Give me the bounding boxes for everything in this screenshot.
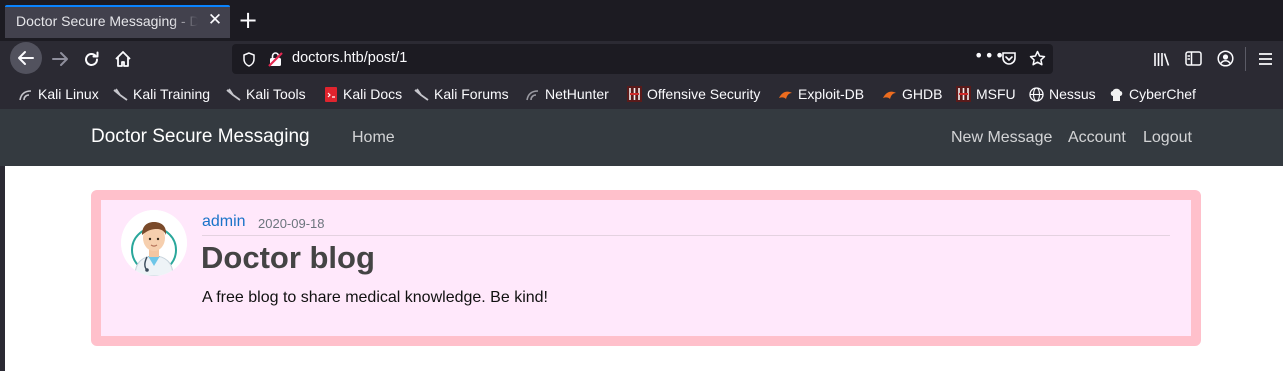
nav-home-link[interactable]: Home xyxy=(352,129,395,147)
nav-new-message-link[interactable]: New Message xyxy=(951,129,1052,147)
browser-tab[interactable]: Doctor Secure Messaging - Doctor Secure … xyxy=(5,5,230,38)
pocket-icon[interactable] xyxy=(1001,51,1017,67)
bookmark-label: Kali Tools xyxy=(246,86,306,102)
bookmarks-toolbar: Kali Linux Kali Training Kali Tools Kali… xyxy=(0,77,1283,109)
ghdb-icon xyxy=(882,87,897,102)
nav-logout-link[interactable]: Logout xyxy=(1143,129,1192,147)
bookmark-label: Exploit-DB xyxy=(798,86,865,102)
kali-dragon-icon xyxy=(414,87,429,102)
home-icon xyxy=(115,51,131,67)
tab-close-icon[interactable]: ✕ xyxy=(206,11,224,29)
meta-divider xyxy=(202,235,1170,236)
sidebar-icon[interactable] xyxy=(1185,51,1202,66)
url-text[interactable]: doctors.htb/post/1 xyxy=(292,50,407,66)
globe-icon xyxy=(1029,86,1044,102)
bookmark-kali-tools[interactable]: Kali Tools xyxy=(226,85,306,103)
account-icon[interactable] xyxy=(1217,50,1234,67)
new-tab-button[interactable]: + xyxy=(236,8,260,32)
site-brand[interactable]: Doctor Secure Messaging xyxy=(91,126,310,148)
kali-dragon-icon xyxy=(18,87,33,102)
forward-arrow-icon xyxy=(52,52,68,66)
nethunter-icon xyxy=(525,87,540,102)
bookmark-kali-forums[interactable]: Kali Forums xyxy=(414,85,509,103)
hamburger-menu-icon[interactable] xyxy=(1258,52,1273,66)
bookmark-kali-training[interactable]: Kali Training xyxy=(113,85,210,103)
window-edge xyxy=(0,166,5,371)
bookmark-label: CyberChef xyxy=(1129,86,1196,102)
bookmark-label: NetHunter xyxy=(545,86,609,102)
home-button[interactable] xyxy=(108,44,138,74)
post-card: admin 2020-09-18 Doctor blog A free blog… xyxy=(91,190,1201,346)
post-title: Doctor blog xyxy=(201,240,375,275)
shield-icon xyxy=(243,52,255,67)
bookmark-label: Offensive Security xyxy=(647,86,761,102)
bookmark-ghdb[interactable]: GHDB xyxy=(882,85,942,103)
library-icon[interactable] xyxy=(1153,51,1170,67)
bookmark-label: Kali Linux xyxy=(38,86,99,102)
browser-tab-bar: Doctor Secure Messaging - Doctor Secure … xyxy=(0,0,1283,41)
post-date: 2020-09-18 xyxy=(258,216,325,231)
insecure-lock-icon xyxy=(268,52,283,67)
cyberchef-icon xyxy=(1109,87,1124,102)
back-arrow-icon xyxy=(18,51,34,65)
kali-docs-icon xyxy=(323,86,338,102)
reload-button[interactable] xyxy=(76,44,106,74)
browser-toolbar: doctors.htb/post/1 ••• xyxy=(0,41,1283,77)
bookmark-label: MSFU xyxy=(976,86,1016,102)
nav-account-link[interactable]: Account xyxy=(1068,129,1126,147)
site-navbar: Doctor Secure Messaging Home New Message… xyxy=(0,109,1283,166)
toolbar-separator xyxy=(1245,47,1246,71)
tab-title: Doctor Secure Messaging - Doctor Secure … xyxy=(16,13,198,29)
doctor-avatar-icon xyxy=(121,210,187,276)
url-bar[interactable]: doctors.htb/post/1 ••• xyxy=(232,44,1053,74)
msfu-icon xyxy=(956,86,971,102)
bookmark-label: Nessus xyxy=(1049,86,1096,102)
exploit-db-icon xyxy=(778,87,793,102)
bookmark-cyberchef[interactable]: CyberChef xyxy=(1109,85,1196,103)
avatar xyxy=(121,210,187,276)
bookmark-nessus[interactable]: Nessus xyxy=(1029,85,1096,103)
back-button[interactable] xyxy=(10,42,42,74)
bookmark-label: Kali Docs xyxy=(343,86,403,102)
kali-dragon-icon xyxy=(226,87,241,102)
bookmark-label: Kali Training xyxy=(133,86,211,102)
bookmark-label: GHDB xyxy=(902,86,943,102)
post-content: A free blog to share medical knowledge. … xyxy=(202,289,548,306)
bookmark-offensive-security[interactable]: Offensive Security xyxy=(627,85,760,103)
bookmark-exploit-db[interactable]: Exploit-DB xyxy=(778,85,864,103)
bookmark-label: Kali Forums xyxy=(434,86,509,102)
kali-dragon-icon xyxy=(113,87,128,102)
bookmark-kali-docs[interactable]: Kali Docs xyxy=(323,85,402,103)
forward-button[interactable] xyxy=(45,44,75,74)
bookmark-star-icon[interactable] xyxy=(1029,50,1046,67)
reload-icon xyxy=(84,51,98,66)
bookmark-msfu[interactable]: MSFU xyxy=(956,85,1016,103)
bookmark-kali-linux[interactable]: Kali Linux xyxy=(18,85,99,103)
post-author-link[interactable]: admin xyxy=(202,213,246,231)
bookmark-nethunter[interactable]: NetHunter xyxy=(525,85,609,103)
offsec-icon xyxy=(627,86,642,102)
